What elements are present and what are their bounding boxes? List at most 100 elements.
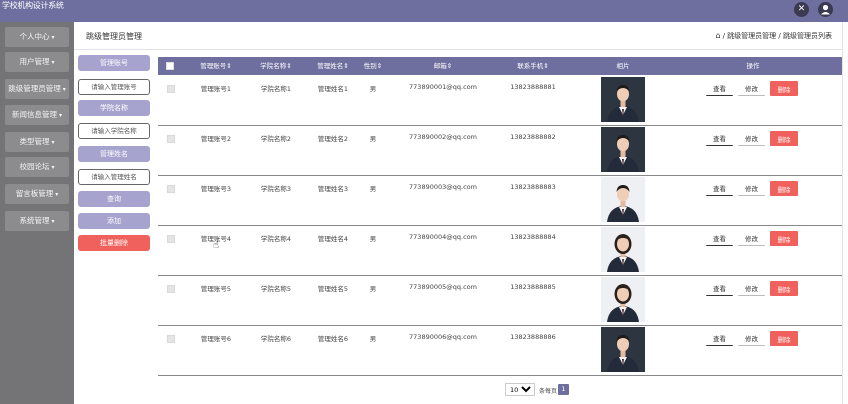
- column-header-actions: 操作: [746, 62, 760, 70]
- delete-button[interactable]: 删除: [770, 81, 798, 96]
- column-header-phone[interactable]: 联系手机⇕: [498, 57, 568, 75]
- cell-school: 学院名称3: [260, 185, 292, 193]
- edit-button[interactable]: 修改: [738, 81, 765, 96]
- cell-gender: 男: [369, 285, 377, 293]
- edit-button[interactable]: 修改: [738, 231, 765, 246]
- edit-button[interactable]: 修改: [738, 331, 765, 346]
- view-button[interactable]: 查看: [706, 81, 733, 96]
- column-header-school[interactable]: 学院名称⇕: [246, 57, 306, 75]
- sidebar-item-label: 新闻信息管理: [11, 110, 57, 119]
- sidebar-item-label: 留言板管理: [15, 189, 54, 198]
- cell-email: 773890004@qq.com: [409, 233, 477, 241]
- cell-gender: 男: [369, 85, 377, 93]
- school-filter-label: 学院名称: [78, 100, 150, 116]
- batch-delete-button[interactable]: 批量删除: [78, 235, 150, 251]
- user-avatar-icon[interactable]: [818, 2, 833, 17]
- page-number-button[interactable]: 1: [558, 384, 569, 395]
- name-filter-label: 管理姓名: [78, 146, 150, 162]
- cell-phone: 13823888885: [510, 283, 556, 291]
- view-button[interactable]: 查看: [706, 331, 733, 346]
- table-row: 管理账号4 学院名称4 管理姓名4 男 773890004@qq.com 13823888…: [158, 226, 843, 276]
- cell-school: 学院名称6: [260, 335, 292, 343]
- view-button[interactable]: 查看: [706, 131, 733, 146]
- scrollbar[interactable]: [842, 22, 848, 404]
- school-search-input[interactable]: [78, 123, 150, 139]
- home-icon[interactable]: ⌂: [716, 31, 721, 40]
- profile-photo: [601, 327, 645, 372]
- sidebar-item-forum[interactable]: 校园论坛 ▾: [5, 157, 69, 177]
- cell-account: 管理账号1: [200, 85, 232, 93]
- breadcrumb: ⌂ / 跳级管理员管理 / 跳级管理员列表: [716, 31, 832, 41]
- profile-photo: [601, 177, 645, 222]
- column-header-gender[interactable]: 性别⇕: [353, 57, 393, 75]
- sidebar-item-label: 个人中心: [19, 32, 50, 41]
- chevron-down-icon: ▾: [62, 86, 66, 93]
- delete-button[interactable]: 删除: [770, 181, 798, 196]
- chevron-down-icon: ▾: [55, 191, 59, 198]
- edit-button[interactable]: 修改: [738, 281, 765, 296]
- sidebar-item-label: 类型管理: [19, 137, 50, 146]
- table-row: 管理账号5 学院名称5 管理姓名5 男 773890005@qq.com 13823888…: [158, 276, 843, 326]
- column-header-email[interactable]: 邮箱⇕: [398, 57, 488, 75]
- edit-button[interactable]: 修改: [738, 131, 765, 146]
- delete-button[interactable]: 删除: [770, 131, 798, 146]
- sidebar-item-type-management[interactable]: 类型管理 ▾: [5, 132, 69, 152]
- cell-account: 管理账号3: [200, 185, 232, 193]
- sidebar: 个人中心 ▾ 用户管理 ▾ 跳级管理员管理 ▾ 新闻信息管理 ▾ 类型管理 ▾ 校园论坛 ▾…: [0, 22, 74, 404]
- row-checkbox[interactable]: [167, 135, 175, 143]
- page-title: 跳级管理员管理: [86, 32, 142, 41]
- sidebar-item-user-management[interactable]: 用户管理 ▾: [5, 52, 69, 72]
- cell-phone: 13823888884: [510, 233, 556, 241]
- mouse-cursor-icon: ☝: [213, 240, 220, 251]
- edit-button[interactable]: 修改: [738, 181, 765, 196]
- cell-school: 学院名称5: [260, 285, 292, 293]
- select-all-checkbox[interactable]: [166, 62, 174, 70]
- view-button[interactable]: 查看: [706, 231, 733, 246]
- chevron-down-icon: ▾: [51, 59, 55, 66]
- chevron-down-icon: ▾: [51, 34, 55, 41]
- row-checkbox[interactable]: [167, 185, 175, 193]
- sidebar-item-label: 用户管理: [19, 57, 50, 66]
- profile-photo: [601, 227, 645, 272]
- delete-button[interactable]: 删除: [770, 331, 798, 346]
- cell-email: 773890003@qq.com: [409, 183, 477, 191]
- sidebar-item-admin-management[interactable]: 跳级管理员管理 ▾: [5, 79, 69, 99]
- cell-account: 管理账号2: [200, 135, 232, 143]
- sidebar-item-system[interactable]: 系统管理 ▾: [5, 211, 69, 231]
- search-button[interactable]: 查询: [78, 191, 150, 207]
- cell-school: 学院名称4: [260, 235, 292, 243]
- cell-school: 学院名称2: [260, 135, 292, 143]
- sidebar-item-personal-center[interactable]: 个人中心 ▾: [5, 27, 69, 47]
- profile-photo: [601, 277, 645, 322]
- table-header: 管理账号⇕ 学院名称⇕ 管理姓名⇕ 性别⇕ 邮箱⇕ 联系手机⇕ 相片 操作: [158, 57, 843, 75]
- cell-email: 773890006@qq.com: [409, 333, 477, 341]
- sidebar-item-messages[interactable]: 留言板管理 ▾: [5, 184, 69, 204]
- table-row: 管理账号1 学院名称1 管理姓名1 男 773890001@qq.com 13823888…: [158, 76, 843, 126]
- column-header-photo: 相片: [616, 62, 630, 70]
- row-checkbox[interactable]: [167, 335, 175, 343]
- close-circle-icon[interactable]: ✕: [794, 2, 809, 17]
- delete-button[interactable]: 删除: [770, 231, 798, 246]
- cell-email: 773890005@qq.com: [409, 283, 477, 291]
- name-search-input[interactable]: [78, 169, 150, 185]
- view-button[interactable]: 查看: [706, 281, 733, 296]
- sidebar-item-label: 校园论坛: [19, 162, 50, 171]
- delete-button[interactable]: 删除: [770, 281, 798, 296]
- page-size-select[interactable]: 10 20 50: [505, 383, 535, 396]
- column-header-account[interactable]: 管理账号⇕: [186, 57, 246, 75]
- row-checkbox[interactable]: [167, 85, 175, 93]
- row-checkbox[interactable]: [167, 235, 175, 243]
- add-button[interactable]: 添加: [78, 213, 150, 229]
- account-search-input[interactable]: [78, 79, 150, 95]
- cell-email: 773890002@qq.com: [409, 133, 477, 141]
- sidebar-item-news-management[interactable]: 新闻信息管理 ▾: [5, 105, 69, 125]
- cell-gender: 男: [369, 135, 377, 143]
- row-checkbox[interactable]: [167, 285, 175, 293]
- cell-gender: 男: [369, 185, 377, 193]
- profile-photo: [601, 77, 645, 122]
- view-button[interactable]: 查看: [706, 181, 733, 196]
- top-bar: 学校机构设计系统 ✕: [0, 0, 848, 22]
- cell-school: 学院名称1: [260, 85, 292, 93]
- table-row: 管理账号2 学院名称2 管理姓名2 男 773890002@qq.com 13823888…: [158, 126, 843, 176]
- sidebar-item-label: 跳级管理员管理: [8, 84, 61, 93]
